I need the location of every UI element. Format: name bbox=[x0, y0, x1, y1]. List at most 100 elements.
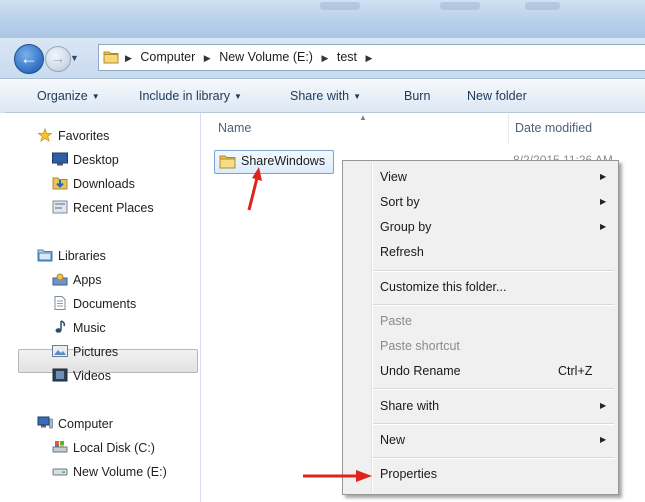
nav-local-disk-label: Local Disk (C:) bbox=[73, 441, 155, 455]
command-bar: Organize ▼ Include in library ▼ Share with… bbox=[0, 79, 645, 113]
nav-music[interactable]: Music bbox=[52, 319, 106, 337]
window-title-bar bbox=[0, 0, 645, 38]
include-in-library-button[interactable]: Include in library ▼ bbox=[139, 89, 242, 103]
music-icon bbox=[55, 320, 66, 333]
star-icon bbox=[37, 128, 53, 142]
nav-documents[interactable]: Documents bbox=[52, 295, 136, 313]
menu-separator bbox=[373, 304, 614, 306]
back-button[interactable]: ← bbox=[14, 44, 44, 74]
menu-item-undo-rename[interactable]: Undo Rename bbox=[380, 364, 461, 378]
videos-icon bbox=[52, 368, 68, 382]
submenu-arrow-icon: ▶ bbox=[600, 435, 607, 444]
nav-libraries-label: Libraries bbox=[58, 249, 106, 263]
menu-item-properties[interactable]: Properties bbox=[380, 467, 437, 481]
nav-local-disk-c[interactable]: Local Disk (C:) bbox=[52, 439, 155, 457]
nav-pictures[interactable]: Pictures bbox=[52, 343, 118, 361]
chevron-down-icon: ▼ bbox=[91, 92, 100, 101]
annotation-arrow-right-icon bbox=[303, 470, 372, 482]
nav-pictures-label: Pictures bbox=[73, 345, 119, 359]
nav-documents-label: Documents bbox=[73, 297, 137, 311]
menu-item-group-by[interactable]: Group by bbox=[380, 220, 431, 234]
nav-music-label: Music bbox=[73, 321, 106, 335]
local-disk-icon bbox=[52, 441, 68, 453]
address-bar[interactable]: ▶ Computer ▶ New Volume (E:) ▶ test ▶ bbox=[98, 44, 645, 71]
menu-item-refresh[interactable]: Refresh bbox=[380, 245, 424, 259]
submenu-arrow-icon: ▶ bbox=[600, 401, 607, 410]
column-header-date-modified[interactable]: Date modified bbox=[515, 121, 592, 135]
undo-shortcut-text: Ctrl+Z bbox=[558, 364, 593, 378]
menu-item-customize-folder[interactable]: Customize this folder... bbox=[380, 280, 506, 294]
apps-icon bbox=[52, 273, 68, 286]
chevron-down-icon: ▼ bbox=[234, 92, 242, 101]
nav-computer[interactable]: Computer bbox=[37, 415, 113, 433]
menu-item-sort-by[interactable]: Sort by bbox=[380, 195, 420, 209]
breadcrumb-new-volume[interactable]: New Volume (E:) bbox=[219, 50, 313, 64]
nav-videos[interactable]: Videos bbox=[52, 367, 111, 385]
breadcrumb: ▶ Computer ▶ New Volume (E:) ▶ test ▶ bbox=[125, 50, 377, 64]
drive-icon bbox=[52, 468, 68, 476]
nav-desktop[interactable]: Desktop bbox=[52, 151, 119, 169]
burn-button[interactable]: Burn bbox=[404, 89, 430, 103]
column-header-name[interactable]: Name bbox=[218, 121, 251, 135]
nav-libraries[interactable]: Libraries bbox=[37, 247, 106, 265]
nav-apps-label: Apps bbox=[73, 273, 102, 287]
new-folder-label: New folder bbox=[467, 89, 527, 103]
burn-label: Burn bbox=[404, 89, 431, 103]
share-with-label: Share with bbox=[290, 89, 350, 103]
breadcrumb-computer[interactable]: Computer bbox=[140, 50, 195, 64]
nav-desktop-label: Desktop bbox=[73, 153, 119, 167]
breadcrumb-separator-icon[interactable]: ▶ bbox=[321, 53, 328, 63]
annotation-arrow-up-icon bbox=[247, 167, 262, 211]
file-row-sharewindows[interactable]: ShareWindows bbox=[214, 150, 334, 174]
nav-new-volume-e[interactable]: New Volume (E:) bbox=[52, 463, 167, 481]
blurred-title-text bbox=[320, 2, 360, 10]
nav-recent-places[interactable]: Recent Places bbox=[52, 199, 154, 217]
column-divider[interactable] bbox=[508, 114, 509, 144]
menu-separator bbox=[373, 388, 614, 390]
nav-favorites-label: Favorites bbox=[58, 129, 110, 143]
organize-button[interactable]: Organize ▼ bbox=[37, 89, 100, 103]
nav-downloads[interactable]: Downloads bbox=[52, 175, 135, 193]
menu-item-paste: Paste bbox=[380, 314, 412, 328]
nav-favorites[interactable]: Favorites bbox=[37, 127, 109, 145]
menu-item-view[interactable]: View bbox=[380, 170, 407, 184]
breadcrumb-separator-icon[interactable]: ▶ bbox=[366, 53, 373, 63]
submenu-arrow-icon: ▶ bbox=[600, 222, 607, 231]
nav-downloads-label: Downloads bbox=[73, 177, 135, 191]
menu-separator bbox=[373, 457, 614, 459]
sort-ascending-icon: ▲ bbox=[359, 113, 367, 122]
nav-computer-label: Computer bbox=[58, 417, 113, 431]
breadcrumb-separator-icon[interactable]: ▶ bbox=[204, 53, 211, 63]
submenu-arrow-icon: ▶ bbox=[600, 197, 607, 206]
menu-item-new[interactable]: New bbox=[380, 433, 405, 447]
submenu-arrow-icon: ▶ bbox=[600, 172, 607, 181]
menu-icon-gutter bbox=[371, 163, 373, 492]
libraries-icon bbox=[37, 249, 53, 262]
recent-pages-dropdown-icon[interactable]: ▼ bbox=[70, 53, 79, 63]
recent-places-icon bbox=[52, 200, 68, 214]
nav-apps[interactable]: Apps bbox=[52, 271, 102, 289]
new-folder-button[interactable]: New folder bbox=[467, 89, 527, 103]
organize-label: Organize bbox=[37, 89, 88, 103]
share-with-button[interactable]: Share with ▼ bbox=[290, 89, 361, 103]
breadcrumb-separator-icon[interactable]: ▶ bbox=[125, 53, 132, 63]
menu-item-paste-shortcut: Paste shortcut bbox=[380, 339, 460, 353]
menu-item-share-with[interactable]: Share with bbox=[380, 399, 439, 413]
nav-recent-places-label: Recent Places bbox=[73, 201, 154, 215]
downloads-icon bbox=[52, 177, 68, 190]
breadcrumb-test[interactable]: test bbox=[337, 50, 357, 64]
menu-separator bbox=[373, 423, 614, 425]
context-menu: View ▶ Sort by ▶ Group by ▶ Refresh Cust… bbox=[342, 160, 619, 495]
blurred-title-text bbox=[525, 2, 560, 10]
nav-new-volume-label: New Volume (E:) bbox=[73, 465, 167, 479]
blurred-title-text bbox=[440, 2, 480, 10]
desktop-icon bbox=[52, 152, 68, 166]
folder-icon bbox=[219, 155, 236, 169]
folder-icon bbox=[103, 51, 119, 64]
pictures-icon bbox=[52, 345, 68, 357]
computer-icon bbox=[37, 416, 53, 429]
menu-separator bbox=[373, 270, 614, 272]
address-row: ← → ▼ ▶ Computer ▶ New Volume (E:) ▶ tes… bbox=[0, 38, 645, 79]
forward-button[interactable]: → bbox=[45, 46, 71, 72]
include-in-library-label: Include in library bbox=[139, 89, 231, 103]
